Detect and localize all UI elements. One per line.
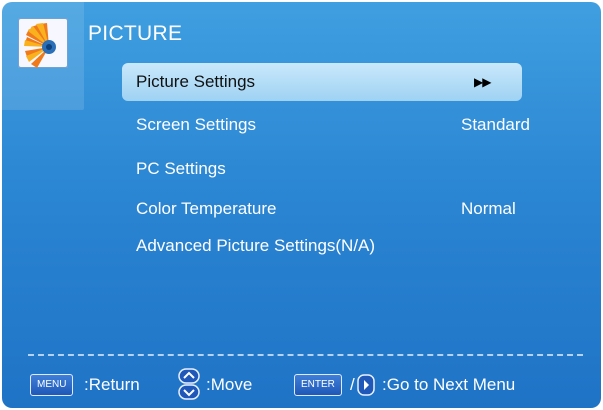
menu-item-picture-settings[interactable]: Picture Settings ▶▶ [122, 63, 522, 101]
return-hint: :Return [84, 375, 140, 394]
up-down-navigation-icon [178, 368, 200, 400]
menu-item-value: Normal [461, 199, 516, 218]
footer-divider [28, 354, 583, 356]
menu-item-label: Screen Settings [136, 115, 257, 134]
menu-item-label: Advanced Picture Settings(N/A) [136, 236, 376, 255]
menu-item-value: Standard [461, 115, 530, 134]
menu-item-color-temperature[interactable]: Color Temperature Normal [122, 190, 522, 228]
menu-item-label: Picture Settings [136, 72, 256, 91]
page-title: PICTURE [88, 22, 183, 45]
key-separator: / [350, 375, 355, 394]
menu-item-screen-settings[interactable]: Screen Settings Standard [122, 106, 530, 144]
menu-item-pc-settings[interactable]: PC Settings [122, 150, 522, 188]
enter-key-badge: ENTER [294, 374, 342, 396]
move-hint: :Move [206, 375, 253, 394]
menu-item-advanced-picture-settings[interactable]: Advanced Picture Settings(N/A) [122, 227, 522, 265]
right-arrow-key-icon [357, 374, 375, 396]
flower-picture-icon [18, 18, 68, 68]
double-right-arrow-icon: ▶▶ [474, 75, 491, 89]
osd-panel: PICTURE Picture Settings ▶▶ Screen Setti… [2, 2, 601, 408]
menu-item-label: Color Temperature [136, 199, 277, 218]
category-icon-box [2, 2, 84, 110]
menu-item-label: PC Settings [136, 159, 226, 178]
next-menu-hint: :Go to Next Menu [382, 375, 516, 394]
footer-hints: MENU :Return :Move ENTER / :Go to Next M… [2, 366, 601, 406]
menu-key-badge: MENU [30, 374, 74, 396]
